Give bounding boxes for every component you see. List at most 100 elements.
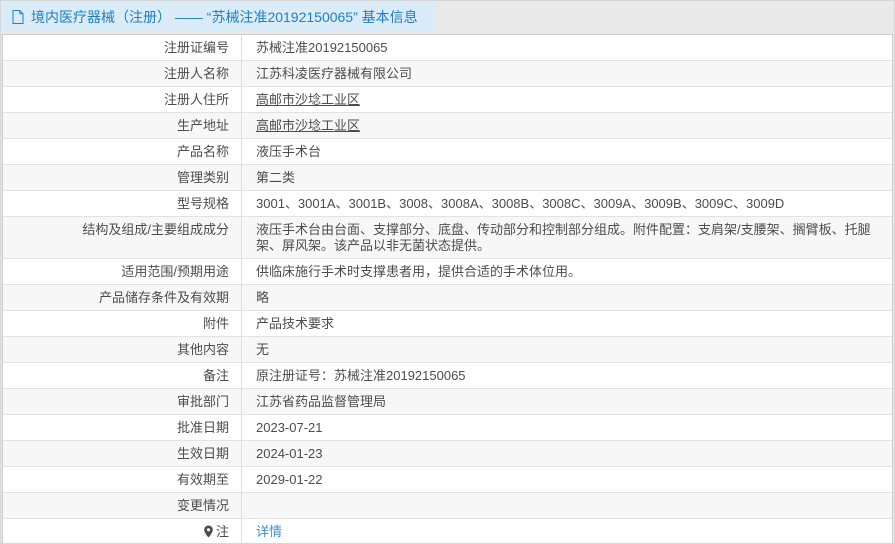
page-title-tab: 境内医疗器械（注册） —— “苏械注准20192150065” 基本信息	[1, 1, 436, 32]
row-value-text: 江苏科凌医疗器械有限公司	[256, 66, 412, 81]
row-value-text: 江苏省药品监督管理局	[256, 394, 386, 409]
row-label-text: 备注	[203, 368, 229, 383]
row-label-text: 型号规格	[177, 196, 229, 211]
row-label-text: 产品储存条件及有效期	[99, 290, 229, 305]
row-value: 第二类	[242, 165, 892, 190]
row-value-text: 2029-01-22	[256, 472, 323, 487]
row-label-text: 注	[216, 524, 229, 539]
row-label: 管理类别	[3, 165, 242, 190]
table-row: 注册证编号 苏械注准20192150065	[3, 35, 892, 60]
row-value: 2024-01-23	[242, 441, 892, 466]
row-value-text: 第二类	[256, 170, 295, 185]
pin-icon	[203, 525, 214, 542]
row-label-text: 变更情况	[177, 498, 229, 513]
row-value: 苏械注准20192150065	[242, 35, 892, 60]
row-label-text: 有效期至	[177, 472, 229, 487]
row-label: 型号规格	[3, 191, 242, 216]
row-value: 液压手术台	[242, 139, 892, 164]
table-row: 产品储存条件及有效期 略	[3, 284, 892, 310]
table-row: 其他内容 无	[3, 336, 892, 362]
row-label: 批准日期	[3, 415, 242, 440]
row-label: 变更情况	[3, 493, 242, 518]
row-value-text: 原注册证号：苏械注准20192150065	[256, 368, 466, 383]
row-label: 备注	[3, 363, 242, 388]
row-value: 产品技术要求	[242, 311, 892, 336]
row-value-text: 产品技术要求	[256, 316, 334, 331]
row-value: 2023-07-21	[242, 415, 892, 440]
row-value: 无	[242, 337, 892, 362]
row-label-text: 适用范围/预期用途	[121, 264, 229, 279]
row-label: 注册证编号	[3, 35, 242, 60]
table-row: 附件 产品技术要求	[3, 310, 892, 336]
row-value-text: 液压手术台由台面、支撑部分、底盘、传动部分和控制部分组成。附件配置：支肩架/支腰…	[256, 222, 871, 253]
details-link[interactable]: 详情	[256, 524, 282, 539]
row-value-text: 2023-07-21	[256, 420, 323, 435]
table-row: 产品名称 液压手术台	[3, 138, 892, 164]
table-row: 生效日期 2024-01-23	[3, 440, 892, 466]
row-value-text: 3001、3001A、3001B、3008、3008A、3008B、3008C、…	[256, 196, 784, 211]
row-value-text: 液压手术台	[256, 144, 321, 159]
row-value-text: 苏械注准20192150065	[256, 40, 388, 55]
row-label: 附件	[3, 311, 242, 336]
row-label-text: 生效日期	[177, 446, 229, 461]
row-value: 江苏科凌医疗器械有限公司	[242, 61, 892, 86]
table-row: 变更情况	[3, 492, 892, 518]
row-label: 生效日期	[3, 441, 242, 466]
row-label-text: 注册人名称	[164, 66, 229, 81]
row-value: 江苏省药品监督管理局	[242, 389, 892, 414]
page-header: 境内医疗器械（注册） —— “苏械注准20192150065” 基本信息	[1, 1, 894, 32]
row-value: 高邮市沙埝工业区	[242, 87, 892, 112]
row-label-text: 批准日期	[177, 420, 229, 435]
row-label-text: 审批部门	[177, 394, 229, 409]
table-row: 注册人名称 江苏科凌医疗器械有限公司	[3, 60, 892, 86]
registration-info-table: 注册证编号苏械注准20192150065注册人名称江苏科凌医疗器械有限公司注册人…	[2, 34, 893, 544]
table-row: 备注 原注册证号：苏械注准20192150065	[3, 362, 892, 388]
table-row: 型号规格 3001、3001A、3001B、3008、3008A、3008B、30…	[3, 190, 892, 216]
row-value: 2029-01-22	[242, 467, 892, 492]
table-row: 注 详情	[3, 518, 892, 544]
row-label-text: 注册人住所	[164, 92, 229, 107]
address-link[interactable]: 高邮市沙埝工业区	[256, 118, 360, 133]
row-label-text: 附件	[203, 316, 229, 331]
medical-device-info-page: 境内医疗器械（注册） —— “苏械注准20192150065” 基本信息 注册证…	[0, 0, 895, 544]
row-label-text: 产品名称	[177, 144, 229, 159]
row-value: 3001、3001A、3001B、3008、3008A、3008B、3008C、…	[242, 191, 892, 216]
table-row: 审批部门 江苏省药品监督管理局	[3, 388, 892, 414]
row-value-text: 供临床施行手术时支撑患者用，提供合适的手术体位用。	[256, 264, 581, 279]
table-row: 生产地址 高邮市沙埝工业区	[3, 112, 892, 138]
row-value: 原注册证号：苏械注准20192150065	[242, 363, 892, 388]
table-row: 适用范围/预期用途 供临床施行手术时支撑患者用，提供合适的手术体位用。	[3, 258, 892, 284]
row-label: 注	[3, 519, 242, 544]
address-link[interactable]: 高邮市沙埝工业区	[256, 92, 360, 107]
row-label: 有效期至	[3, 467, 242, 492]
page-title: 境内医疗器械（注册） —— “苏械注准20192150065” 基本信息	[31, 7, 418, 27]
table-row: 注册人住所 高邮市沙埝工业区	[3, 86, 892, 112]
row-value: 供临床施行手术时支撑患者用，提供合适的手术体位用。	[242, 259, 892, 284]
row-label: 注册人住所	[3, 87, 242, 112]
table-row: 有效期至 2029-01-22	[3, 466, 892, 492]
row-label-text: 结构及组成/主要组成成分	[82, 222, 229, 237]
row-label-text: 管理类别	[177, 170, 229, 185]
row-label: 注册人名称	[3, 61, 242, 86]
row-value-text: 略	[256, 290, 269, 305]
table-row: 管理类别 第二类	[3, 164, 892, 190]
row-value: 高邮市沙埝工业区	[242, 113, 892, 138]
row-value-text: 2024-01-23	[256, 446, 323, 461]
row-label: 其他内容	[3, 337, 242, 362]
table-row: 批准日期 2023-07-21	[3, 414, 892, 440]
row-label-text: 注册证编号	[164, 40, 229, 55]
row-label: 产品储存条件及有效期	[3, 285, 242, 310]
row-label: 生产地址	[3, 113, 242, 138]
row-label-text: 其他内容	[177, 342, 229, 357]
row-label: 产品名称	[3, 139, 242, 164]
row-value: 略	[242, 285, 892, 310]
table-row: 结构及组成/主要组成成分 液压手术台由台面、支撑部分、底盘、传动部分和控制部分组成…	[3, 216, 892, 258]
row-value: 详情	[242, 519, 892, 544]
row-value-text: 无	[256, 342, 269, 357]
row-label: 结构及组成/主要组成成分	[3, 217, 242, 258]
row-label-text: 生产地址	[177, 118, 229, 133]
document-icon	[12, 10, 24, 24]
row-value	[242, 493, 892, 518]
row-value: 液压手术台由台面、支撑部分、底盘、传动部分和控制部分组成。附件配置：支肩架/支腰…	[242, 217, 892, 258]
row-label: 适用范围/预期用途	[3, 259, 242, 284]
